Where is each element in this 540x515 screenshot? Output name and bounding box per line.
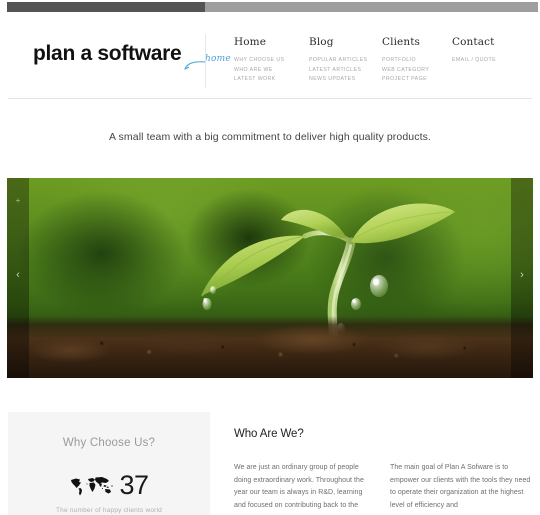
nav-subitem-latest-articles[interactable]: LATEST ARTICLES: [309, 66, 379, 76]
main-goal-title-spacer: [390, 428, 532, 440]
hero-plus-icon[interactable]: +: [7, 196, 29, 205]
nav-column-clients: Clients PORTFOLIO WEB CATEGORY PROJECT P…: [382, 36, 452, 85]
window-scrollbar-thumb[interactable]: [7, 2, 205, 12]
nav-subitem-popular-articles[interactable]: POPULAR ARTICLES: [309, 56, 379, 66]
who-are-we-body: We are just an ordinary group of people …: [234, 464, 364, 509]
hero-slider[interactable]: + ‹ ›: [7, 178, 533, 378]
why-choose-us-stat: 37: [8, 472, 210, 499]
nav-subitem-why-choose-us[interactable]: WHY CHOOSE US: [234, 56, 306, 66]
nav-subitem-latest-work[interactable]: LATEST WORK: [234, 75, 306, 85]
nav-subitem-email-quote[interactable]: EMAIL / QUOTE: [452, 56, 532, 66]
main-goal-body: The main goal of Plan A Sofware is to em…: [390, 464, 531, 509]
nav-item-blog[interactable]: Blog: [309, 36, 379, 48]
hero-prev-button[interactable]: + ‹: [7, 178, 29, 378]
main-goal-column: The main goal of Plan A Sofware is to em…: [390, 428, 532, 512]
nav-subitem-who-are-we[interactable]: WHO ARE WE: [234, 66, 306, 76]
why-choose-us-title: Why Choose Us?: [62, 437, 156, 449]
happy-clients-count: 37: [119, 470, 149, 500]
window-scrollbar-track[interactable]: [7, 2, 538, 12]
chevron-left-icon[interactable]: ‹: [7, 270, 29, 281]
curved-arrow-icon: [184, 61, 206, 70]
site-logo[interactable]: home plan a software: [33, 42, 231, 70]
why-choose-us-panel: Why Choose Us? 37 The number of happy cl…: [8, 412, 210, 515]
nav-subitem-portfolio[interactable]: PORTFOLIO: [382, 56, 452, 66]
nav-item-home[interactable]: Home: [234, 36, 306, 48]
who-are-we-title: Who Are We?: [234, 428, 304, 440]
header-bottom-divider: [8, 98, 532, 99]
nav-column-blog: Blog POPULAR ARTICLES LATEST ARTICLES NE…: [309, 36, 379, 85]
main-navigation: Home WHY CHOOSE US WHO ARE WE LATEST WOR…: [234, 36, 534, 96]
nav-column-home: Home WHY CHOOSE US WHO ARE WE LATEST WOR…: [234, 36, 306, 85]
nav-subitem-web-category[interactable]: WEB CATEGORY: [382, 66, 452, 76]
nav-item-clients[interactable]: Clients: [382, 36, 452, 48]
page-root: home plan a software Home WHY CHOOSE US …: [0, 0, 540, 515]
logo-text: plan a software: [33, 42, 182, 65]
nav-subitem-news-updates[interactable]: NEWS UPDATES: [309, 75, 379, 85]
header-divider: [205, 34, 206, 88]
nav-column-contact: Contact EMAIL / QUOTE: [452, 36, 532, 66]
site-header: home plan a software Home WHY CHOOSE US …: [0, 14, 540, 98]
nav-item-contact[interactable]: Contact: [452, 36, 532, 48]
world-map-icon: [71, 476, 114, 495]
home-annotation-label: home: [205, 54, 231, 64]
site-tagline: A small team with a big commitment to de…: [109, 131, 431, 143]
who-are-we-column: Who Are We? We are just an ordinary grou…: [234, 428, 376, 512]
hero-soil: [7, 316, 533, 378]
chevron-right-icon[interactable]: ›: [511, 270, 533, 281]
nav-subitem-project-page[interactable]: PROJECT PAGE: [382, 75, 452, 85]
happy-clients-caption: The number of happy clients world: [56, 507, 162, 514]
hero-next-button[interactable]: ›: [511, 178, 533, 378]
